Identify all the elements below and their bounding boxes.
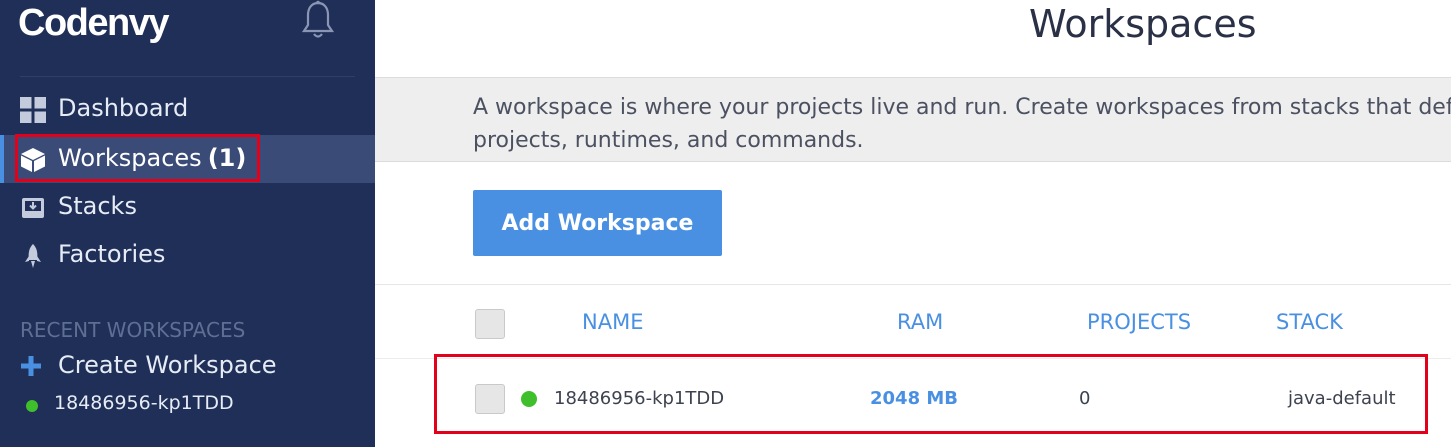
workspace-name-cell[interactable]: 18486956-kp1TDD bbox=[554, 388, 724, 409]
main-content: Workspaces A workspace is where your pro… bbox=[375, 0, 1451, 447]
sidebar-divider bbox=[20, 76, 355, 77]
brand-logo[interactable]: Codenvy bbox=[18, 2, 169, 45]
workspace-stack-cell: java-default bbox=[1288, 388, 1396, 409]
table-row-divider bbox=[375, 358, 1451, 359]
sidebar-item-label: Factories bbox=[58, 240, 166, 268]
sidebar-item-stacks[interactable]: Stacks bbox=[0, 183, 375, 231]
page-description: A workspace is where your projects live … bbox=[473, 95, 1451, 153]
column-header-stack[interactable]: STACK bbox=[1276, 310, 1343, 334]
plus-icon bbox=[21, 356, 41, 376]
page-title: Workspaces bbox=[1029, 2, 1257, 46]
running-status-dot bbox=[26, 400, 38, 412]
running-status-dot bbox=[521, 391, 537, 407]
sidebar-item-factories[interactable]: Factories bbox=[0, 231, 375, 279]
create-workspace-label: Create Workspace bbox=[58, 351, 277, 379]
bell-icon[interactable] bbox=[299, 0, 337, 42]
row-select-checkbox[interactable] bbox=[475, 384, 505, 414]
column-header-projects[interactable]: PROJECTS bbox=[1087, 310, 1191, 334]
grid-icon bbox=[20, 97, 46, 123]
cube-icon bbox=[21, 148, 45, 172]
workspace-ram-cell: 2048 MB bbox=[870, 388, 958, 409]
sidebar-item-label: Workspaces bbox=[58, 144, 202, 172]
recent-workspaces-heading: RECENT WORKSPACES bbox=[20, 318, 246, 342]
column-header-ram[interactable]: RAM bbox=[897, 310, 943, 334]
column-header-name[interactable]: NAME bbox=[582, 310, 643, 334]
rocket-icon bbox=[25, 244, 41, 268]
add-workspace-button[interactable]: Add Workspace bbox=[473, 190, 722, 256]
stack-download-icon bbox=[22, 198, 44, 218]
sidebar-item-label: Stacks bbox=[58, 192, 137, 220]
section-divider bbox=[375, 284, 1451, 285]
description-banner: A workspace is where your projects live … bbox=[375, 77, 1451, 162]
sidebar: Codenvy Dashboard Workspaces (1) Stacks … bbox=[0, 0, 375, 447]
sidebar-item-dashboard[interactable]: Dashboard bbox=[0, 85, 375, 133]
select-all-checkbox[interactable] bbox=[475, 309, 505, 339]
sidebar-item-label: Dashboard bbox=[58, 94, 189, 122]
workspace-count-badge: (1) bbox=[207, 144, 247, 172]
recent-workspace-label: 18486956-kp1TDD bbox=[54, 392, 234, 414]
workspace-projects-cell: 0 bbox=[1079, 388, 1091, 409]
sidebar-item-workspaces[interactable]: Workspaces (1) bbox=[0, 135, 375, 183]
